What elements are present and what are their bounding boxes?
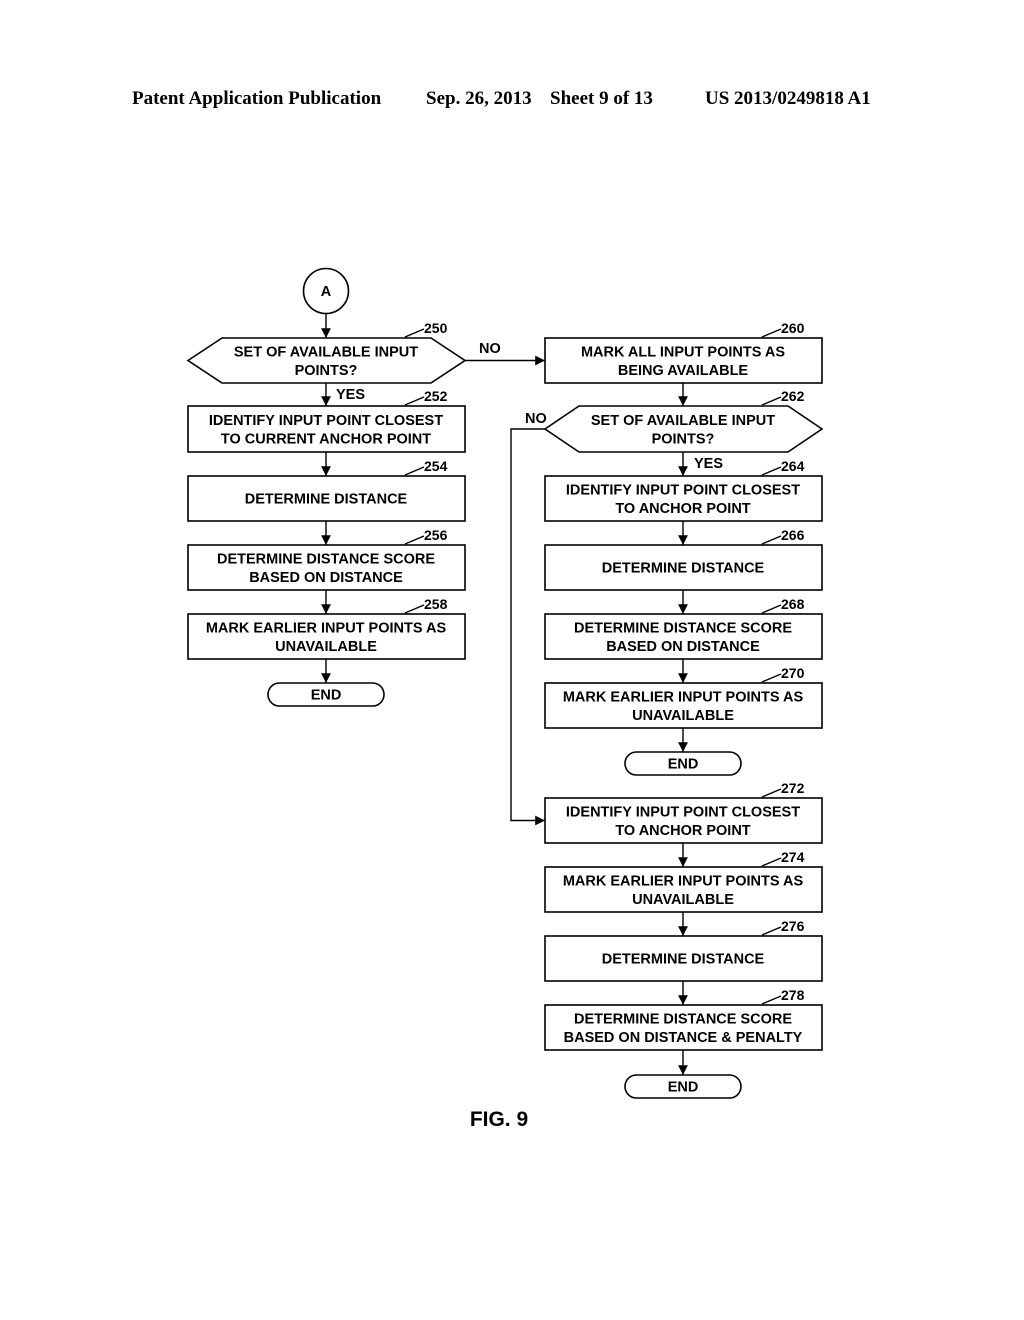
ref-number: 250 xyxy=(424,320,448,336)
node-text-line: DETERMINE DISTANCE SCORE xyxy=(574,1011,792,1027)
ref-leader-line xyxy=(761,328,782,338)
ref-leader-line xyxy=(404,328,425,338)
no-label-250: NO xyxy=(479,341,501,357)
ref-number: 270 xyxy=(781,665,805,681)
ref-number: 254 xyxy=(424,458,448,474)
node-272: IDENTIFY INPUT POINT CLOSEST TO ANCHOR PO… xyxy=(544,780,823,844)
connector-label: A xyxy=(321,284,332,300)
node-text-line: DETERMINE DISTANCE SCORE xyxy=(217,551,435,567)
ref-number: 264 xyxy=(781,458,805,474)
ref-number: 268 xyxy=(781,596,805,612)
node-text-line: END xyxy=(311,688,342,704)
node-text-line: TO CURRENT ANCHOR POINT xyxy=(221,431,431,447)
yes-label-262: YES xyxy=(694,456,723,472)
ref-leader-line xyxy=(404,396,425,406)
ref-leader-line xyxy=(404,466,425,476)
ref-leader-line xyxy=(761,995,782,1005)
ref-number: 274 xyxy=(781,849,805,865)
node-text-line: IDENTIFY INPUT POINT CLOSEST xyxy=(566,804,800,820)
node-text-line: SET OF AVAILABLE INPUT xyxy=(234,344,418,360)
figure-label: FIG. 9 xyxy=(470,1108,528,1131)
node-end1: END xyxy=(267,682,385,707)
node-text-line: MARK ALL INPUT POINTS AS xyxy=(581,344,785,360)
ref-leader-line xyxy=(761,673,782,683)
ref-leader-line xyxy=(761,604,782,614)
node-text-line: SET OF AVAILABLE INPUT xyxy=(591,413,775,429)
node-text-line: END xyxy=(668,1080,699,1096)
node-text-line: DETERMINE DISTANCE SCORE xyxy=(574,620,792,636)
ref-leader-line xyxy=(404,604,425,614)
ref-number: 258 xyxy=(424,596,448,612)
ref-leader-line xyxy=(761,396,782,406)
ref-number: 256 xyxy=(424,527,448,543)
node-end3: END xyxy=(624,1074,742,1099)
ref-number: 252 xyxy=(424,388,448,404)
node-text-line: UNAVAILABLE xyxy=(275,639,377,655)
node-text-line: MARK EARLIER INPUT POINTS AS xyxy=(563,873,804,889)
node-text-line: TO ANCHOR POINT xyxy=(615,501,750,517)
ref-number: 276 xyxy=(781,918,805,934)
ref-leader-line xyxy=(761,535,782,545)
ref-number: 266 xyxy=(781,527,805,543)
node-text-line: MARK EARLIER INPUT POINTS AS xyxy=(563,689,804,705)
node-text-line: MARK EARLIER INPUT POINTS AS xyxy=(206,620,447,636)
ref-leader-line xyxy=(761,857,782,867)
node-text-line: TO ANCHOR POINT xyxy=(615,823,750,839)
node-text-line: UNAVAILABLE xyxy=(632,892,734,908)
node-text-line: BASED ON DISTANCE xyxy=(606,639,760,655)
node-text-line: DETERMINE DISTANCE xyxy=(245,492,408,508)
no-label-262: NO xyxy=(525,411,547,427)
node-text-line: IDENTIFY INPUT POINT CLOSEST xyxy=(566,482,800,498)
flowchart: YES NO YES NO A SET OF AVAILABLE INPUT POINTS… xyxy=(186,267,824,1131)
node-text-line: POINTS? xyxy=(652,431,715,447)
node-text-line: UNAVAILABLE xyxy=(632,708,734,724)
ref-number: 262 xyxy=(781,388,805,404)
ref-leader-line xyxy=(761,926,782,936)
ref-number: 260 xyxy=(781,320,805,336)
ref-number: 272 xyxy=(781,780,805,796)
node-text-line: BEING AVAILABLE xyxy=(618,363,749,379)
yes-label-250: YES xyxy=(336,387,365,403)
node-text-line: IDENTIFY INPUT POINT CLOSEST xyxy=(209,413,443,429)
node-text-line: BASED ON DISTANCE & PENALTY xyxy=(564,1030,803,1046)
ref-leader-line xyxy=(761,466,782,476)
node-text-line: BASED ON DISTANCE xyxy=(249,570,403,586)
ref-number: 278 xyxy=(781,987,805,1003)
ref-leader-line xyxy=(761,788,782,798)
connector-a: A xyxy=(302,267,350,315)
node-260: MARK ALL INPUT POINTS AS BEING AVAILABLE 2… xyxy=(544,320,823,384)
node-text-line: DETERMINE DISTANCE xyxy=(602,561,765,577)
node-text-line: POINTS? xyxy=(295,363,358,379)
ref-leader-line xyxy=(404,535,425,545)
node-end2: END xyxy=(624,751,742,776)
node-text-line: DETERMINE DISTANCE xyxy=(602,952,765,968)
node-text-line: END xyxy=(668,757,699,773)
flow-arrow-n262-n272-no xyxy=(510,428,545,826)
